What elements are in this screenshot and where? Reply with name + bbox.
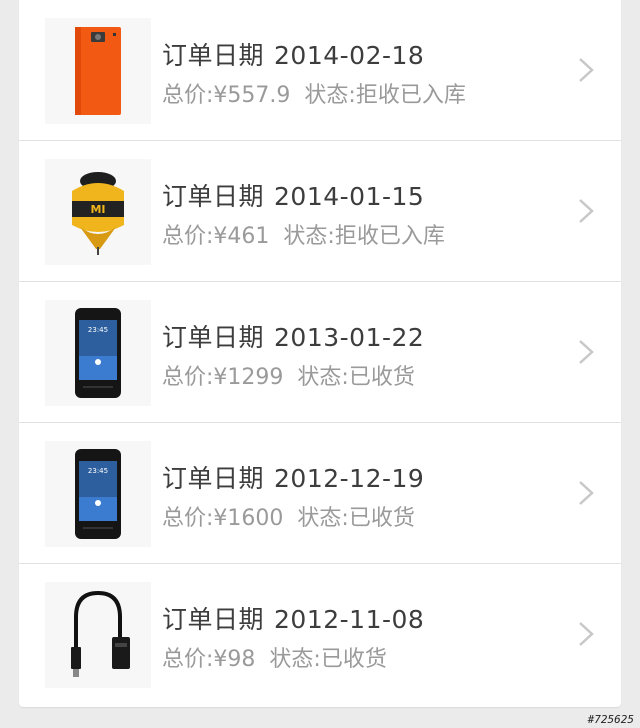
order-date-label: 订单日期 [162, 464, 265, 493]
chevron-right-icon [579, 340, 594, 364]
chevron-right-icon [579, 622, 594, 646]
order-status: 状态:拒收已入库 [304, 83, 466, 108]
order-date: 2012-11-08 [274, 605, 425, 634]
order-thumbnail [45, 582, 151, 688]
order-status: 状态:已收货 [269, 647, 387, 672]
order-row[interactable]: 23:45 订单日期 2013-01-22 总价:¥1299 状态:已收货 [19, 282, 621, 423]
order-price: 总价:¥98 [162, 647, 256, 672]
order-row[interactable]: 23:45 订单日期 2012-12-19 总价:¥1600 状态:已收货 [19, 423, 621, 564]
order-date: 2013-01-22 [274, 323, 425, 352]
chevron-right-icon [579, 199, 594, 223]
chevron-right-icon [579, 481, 594, 505]
mi-bunny-image: MI [72, 172, 124, 255]
order-date-label: 订单日期 [162, 41, 265, 70]
order-thumbnail [45, 18, 151, 124]
chevron-right-icon [579, 58, 594, 82]
order-date: 2014-01-15 [274, 182, 425, 211]
order-date-label: 订单日期 [162, 323, 265, 352]
order-thumbnail: MI [45, 159, 151, 265]
smartphone-image: 23:45 [75, 449, 121, 539]
order-list: 订单日期 2014-02-18 总价:¥557.9 状态:拒收已入库 MI 订单日期… [19, 0, 621, 707]
order-price: 总价:¥1299 [162, 365, 284, 390]
order-status: 状态:已收货 [297, 506, 415, 531]
order-price: 总价:¥557.9 [162, 83, 291, 108]
svg-text:23:45: 23:45 [88, 326, 108, 334]
order-date-label: 订单日期 [162, 182, 265, 211]
order-date: 2014-02-18 [274, 41, 425, 70]
order-row[interactable]: 订单日期 2012-11-08 总价:¥98 状态:已收货 [19, 564, 621, 707]
order-thumbnail: 23:45 [45, 441, 151, 547]
svg-text:MI: MI [90, 203, 105, 216]
order-status: 状态:已收货 [297, 365, 415, 390]
watermark-text: #725625 [587, 713, 634, 726]
usb-cable-image [71, 590, 130, 677]
order-row[interactable]: MI 订单日期 2014-01-15 总价:¥461 状态:拒收已入库 [19, 141, 621, 282]
order-status: 状态:拒收已入库 [283, 224, 445, 249]
order-date: 2012-12-19 [274, 464, 425, 493]
smartphone-image: 23:45 [75, 308, 121, 398]
order-price: 总价:¥1600 [162, 506, 284, 531]
phone-case-image [75, 27, 121, 115]
svg-text:23:45: 23:45 [88, 467, 108, 475]
order-thumbnail: 23:45 [45, 300, 151, 406]
order-date-label: 订单日期 [162, 605, 265, 634]
order-price: 总价:¥461 [162, 224, 270, 249]
order-row[interactable]: 订单日期 2014-02-18 总价:¥557.9 状态:拒收已入库 [19, 0, 621, 141]
